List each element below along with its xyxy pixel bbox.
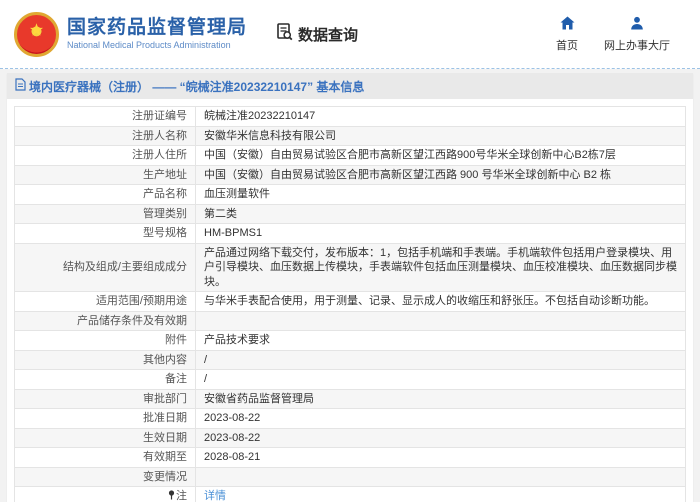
note-pin-icon xyxy=(168,490,175,500)
row-label: 注册人住所 xyxy=(14,145,196,166)
document-icon xyxy=(15,78,26,94)
breadcrumb-text: 境内医疗器械（注册） —— “皖械注准20232210147” 基本信息 xyxy=(29,79,365,94)
row-value: 产品通过网络下载交付，发布版本：1，包括手机端和手表端。手机端软件包括用户登录模… xyxy=(195,242,686,293)
row-label: 产品储存条件及有效期 xyxy=(14,310,196,332)
breadcrumb-bar: 境内医疗器械（注册） —— “皖械注准20232210147” 基本信息 xyxy=(7,73,693,99)
table-row: 附件 产品技术要求 xyxy=(14,330,686,351)
row-value: 与华米手表配合使用，用于测量、记录、显示成人的收缩压和舒张压。不包括自动诊断功能… xyxy=(195,291,686,312)
table-row: 适用范围/预期用途 与华米手表配合使用，用于测量、记录、显示成人的收缩压和舒张压… xyxy=(14,291,686,312)
row-label: 结构及组成/主要组成成分 xyxy=(14,242,196,293)
row-label: 管理类别 xyxy=(14,203,196,225)
table-row: 有效期至 2028-08-21 xyxy=(14,447,686,468)
tab-data-query-label: 数据查询 xyxy=(298,26,359,44)
row-value: 详情 xyxy=(195,486,686,502)
table-row: 管理类别 第二类 xyxy=(14,203,686,225)
registration-detail-table: 注册证编号 皖械注准20232210147 注册人名称 安徽华米信息科技有限公司… xyxy=(14,106,686,502)
row-value xyxy=(195,310,686,332)
national-emblem-logo: ★ xyxy=(14,11,59,57)
row-label: 生效日期 xyxy=(14,427,196,449)
page-header: ★ 国家药品监督管理局 National Medical Products Ad… xyxy=(0,0,700,69)
top-nav: 首页 网上办事大厅 xyxy=(556,16,670,53)
row-value: 安徽省药品监督管理局 xyxy=(195,388,686,410)
row-label: 适用范围/预期用途 xyxy=(14,291,196,312)
row-value: 2023-08-22 xyxy=(195,427,686,449)
row-label: 其他内容 xyxy=(14,349,196,371)
table-row: 产品储存条件及有效期 xyxy=(14,310,686,332)
table-row: 注册证编号 皖械注准20232210147 xyxy=(14,106,686,127)
row-label: 注册人名称 xyxy=(14,125,196,147)
registration-detail-table-wrap: 注册证编号 皖械注准20232210147 注册人名称 安徽华米信息科技有限公司… xyxy=(7,99,693,502)
row-label: 附件 xyxy=(14,330,196,351)
table-row: 变更情况 xyxy=(14,466,686,488)
table-row: 其他内容 / xyxy=(14,349,686,371)
org-title-block: 国家药品监督管理局 National Medical Products Admi… xyxy=(67,17,247,51)
row-value: 产品技术要求 xyxy=(195,330,686,351)
row-value: 2028-08-21 xyxy=(195,447,686,468)
nav-item-home-label: 首页 xyxy=(556,39,578,52)
row-label: 有效期至 xyxy=(14,447,196,468)
row-label: 产品名称 xyxy=(14,184,196,205)
details-link[interactable]: 详情 xyxy=(204,490,226,502)
nav-item-home[interactable]: 首页 xyxy=(556,16,578,53)
table-row: 生效日期 2023-08-22 xyxy=(14,427,686,449)
row-value xyxy=(195,466,686,488)
table-row: 产品名称 血压测量软件 xyxy=(14,184,686,205)
table-row: 注册人名称 安徽华米信息科技有限公司 xyxy=(14,125,686,147)
row-label: 批准日期 xyxy=(14,408,196,429)
user-icon xyxy=(630,16,644,35)
org-name-en: National Medical Products Administration xyxy=(67,39,231,50)
row-value: 皖械注准20232210147 xyxy=(195,106,686,127)
org-name-cn: 国家药品监督管理局 xyxy=(67,16,248,38)
nav-item-service-hall-label: 网上办事大厅 xyxy=(604,39,670,52)
row-value: 安徽华米信息科技有限公司 xyxy=(195,125,686,147)
row-value: 血压测量软件 xyxy=(195,184,686,205)
row-label: 备注 xyxy=(14,369,196,390)
table-row: 注册人住所 中国（安徽）自由贸易试验区合肥市高新区望江西路900号华米全球创新中… xyxy=(14,145,686,166)
row-value: 中国（安徽）自由贸易试验区合肥市高新区望江西路900号华米全球创新中心B2栋7层 xyxy=(195,145,686,166)
home-icon xyxy=(560,16,575,35)
table-row: 审批部门 安徽省药品监督管理局 xyxy=(14,388,686,410)
row-value: 第二类 xyxy=(195,203,686,225)
row-value: 中国（安徽）自由贸易试验区合肥市高新区望江西路 900 号华米全球创新中心 B2… xyxy=(195,164,686,186)
row-value: / xyxy=(195,369,686,390)
nav-item-service-hall[interactable]: 网上办事大厅 xyxy=(604,16,670,53)
row-label: 注册证编号 xyxy=(14,106,196,127)
row-value: 2023-08-22 xyxy=(195,408,686,429)
table-row: 备注 / xyxy=(14,369,686,390)
table-row: 生产地址 中国（安徽）自由贸易试验区合肥市高新区望江西路 900 号华米全球创新… xyxy=(14,164,686,186)
row-label: 型号规格 xyxy=(14,223,196,244)
table-row: 批准日期 2023-08-22 xyxy=(14,408,686,429)
document-search-icon xyxy=(275,22,294,46)
content-card: 境内医疗器械（注册） —— “皖械注准20232210147” 基本信息 注册证… xyxy=(7,73,693,502)
row-label: 注 xyxy=(14,486,196,502)
breadcrumb: 境内医疗器械（注册） —— “皖械注准20232210147” 基本信息 xyxy=(15,78,364,95)
row-label: 变更情况 xyxy=(14,466,196,488)
row-value: HM-BPMS1 xyxy=(195,223,686,244)
row-value: / xyxy=(195,349,686,371)
table-row: 结构及组成/主要组成成分 产品通过网络下载交付，发布版本：1，包括手机端和手表端… xyxy=(14,242,686,293)
table-row: 注 详情 xyxy=(14,486,686,502)
row-label: 生产地址 xyxy=(14,164,196,186)
note-label: 注 xyxy=(176,490,187,502)
tab-data-query[interactable]: 数据查询 xyxy=(275,22,358,46)
row-label: 审批部门 xyxy=(14,388,196,410)
table-row: 型号规格 HM-BPMS1 xyxy=(14,223,686,244)
